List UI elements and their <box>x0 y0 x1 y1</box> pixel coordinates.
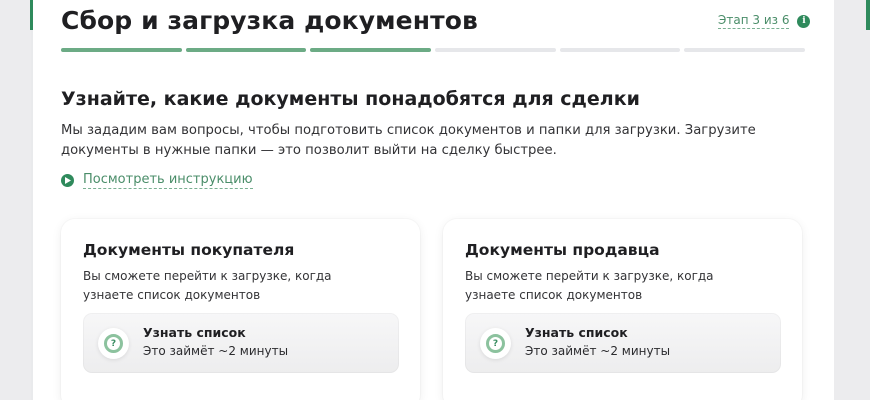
card-title: Документы продавца <box>465 241 660 259</box>
progress-segment <box>61 48 182 52</box>
progress-segment <box>310 48 432 52</box>
section-description: Мы зададим вам вопросы, чтобы подготовит… <box>61 123 756 158</box>
instruction-link-label[interactable]: Посмотреть инструкцию <box>83 172 253 189</box>
section-heading: Узнайте, какие документы понадобятся для… <box>61 88 640 110</box>
action-title: Узнать список <box>525 325 628 340</box>
stage-label[interactable]: Этап 3 из 6 <box>718 13 790 29</box>
page-title: Сбор и загрузка документов <box>61 6 478 35</box>
play-icon <box>61 174 74 187</box>
main-panel: Сбор и загрузка документов Этап 3 из 6 i… <box>33 0 834 400</box>
question-icon: ? <box>98 328 129 359</box>
seller-documents-card: Документы продавца Вы сможете перейти к … <box>443 219 802 400</box>
question-icon: ? <box>480 328 511 359</box>
info-icon[interactable]: i <box>797 14 811 28</box>
buyer-documents-card: Документы покупателя Вы сможете перейти … <box>61 219 420 400</box>
right-accent <box>866 0 870 30</box>
card-title: Документы покупателя <box>83 241 295 259</box>
stage-indicator: Этап 3 из 6 i <box>718 13 811 29</box>
action-subtitle: Это займёт ~2 минуты <box>525 344 671 358</box>
progress-segment <box>684 48 806 52</box>
instruction-link[interactable]: Посмотреть инструкцию <box>61 172 253 189</box>
right-backdrop <box>834 0 870 400</box>
action-title: Узнать список <box>143 325 246 340</box>
find-out-list-button[interactable]: ? Узнать список Это займёт ~2 минуты <box>83 313 399 373</box>
progress-segment <box>185 48 307 52</box>
action-subtitle: Это займёт ~2 минуты <box>143 344 289 358</box>
card-text: Вы сможете перейти к загрузке, когда узн… <box>83 269 332 302</box>
progress-segment <box>559 48 681 52</box>
find-out-list-button[interactable]: ? Узнать список Это займёт ~2 минуты <box>465 313 781 373</box>
progress-bar <box>61 48 806 52</box>
progress-segment <box>435 48 556 52</box>
left-backdrop <box>0 0 33 400</box>
card-text: Вы сможете перейти к загрузке, когда узн… <box>465 269 714 302</box>
